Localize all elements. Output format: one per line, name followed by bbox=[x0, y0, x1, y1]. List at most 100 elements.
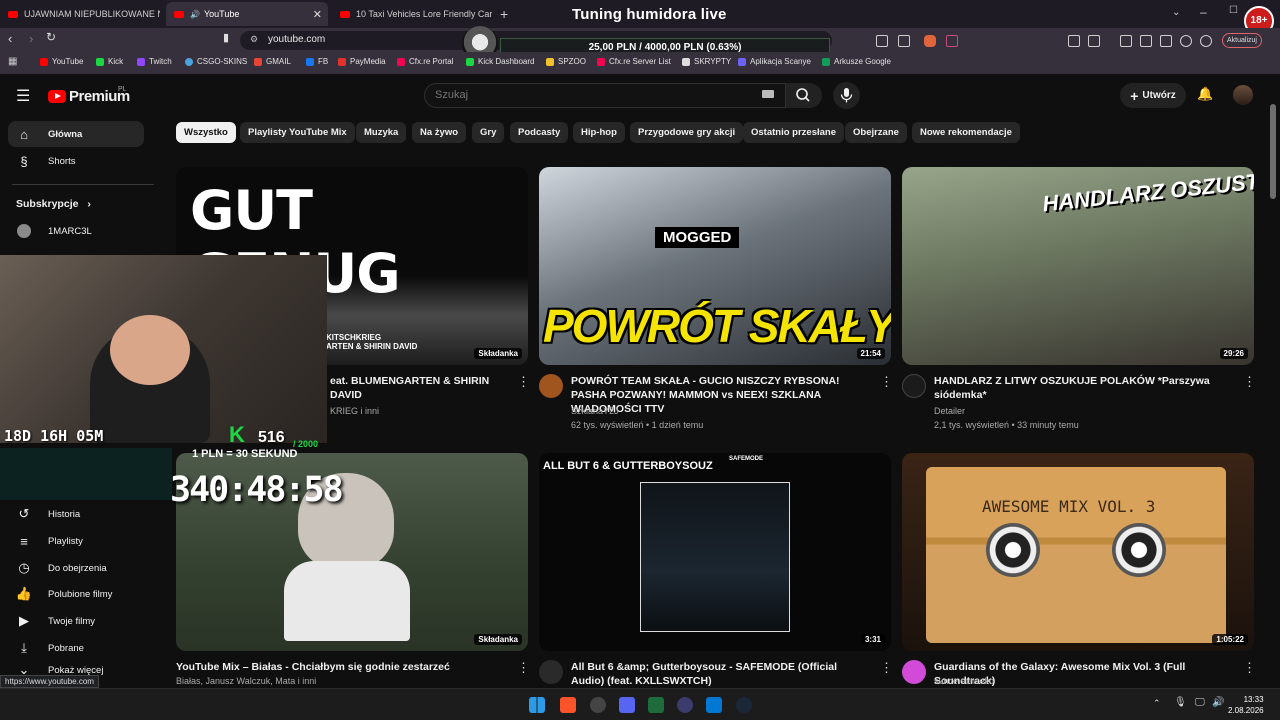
sidebar-item-history[interactable]: ↺ Historia bbox=[8, 501, 144, 527]
bookmark-cfx-server-list[interactable]: Cfx.re Server List bbox=[597, 57, 671, 66]
chip-hiphop[interactable]: Hip-hop bbox=[573, 122, 625, 143]
bookmark-cfx-portal[interactable]: Cfx.re Portal bbox=[397, 57, 453, 66]
obs-icon[interactable] bbox=[590, 697, 606, 713]
sidebar-subscriptions-header[interactable]: Subskrypcje › bbox=[16, 198, 91, 210]
bookmark-icon[interactable]: ▮ bbox=[223, 31, 229, 44]
downloads-icon[interactable] bbox=[1160, 35, 1172, 47]
video-title[interactable]: All But 6 &amp; Gutterboysouz - SAFEMODE… bbox=[571, 660, 871, 688]
more-options-icon[interactable]: ⋮ bbox=[880, 660, 893, 676]
chip-recently-uploaded[interactable]: Ostatnio przesłane bbox=[743, 122, 844, 143]
channel-avatar[interactable] bbox=[539, 374, 563, 398]
chip-youtube-mix[interactable]: Playlisty YouTube Mix bbox=[240, 122, 355, 143]
bookmark-fb[interactable]: FB bbox=[306, 57, 328, 66]
chevron-up-icon[interactable]: ⌃ bbox=[1153, 698, 1161, 709]
browser-tab-youtube[interactable]: 🔊 YouTube ✕ bbox=[166, 2, 328, 26]
video-thumbnail[interactable]: MOGGED POWRÓT SKAŁY 21:54 bbox=[539, 167, 891, 365]
app-icon[interactable] bbox=[677, 697, 693, 713]
maximize-icon[interactable]: ☐ bbox=[1229, 5, 1238, 16]
extensions-icon[interactable] bbox=[1068, 35, 1080, 47]
channel-avatar[interactable] bbox=[539, 660, 563, 684]
forward-icon[interactable]: › bbox=[29, 31, 33, 46]
cast-icon[interactable] bbox=[876, 35, 888, 47]
account-avatar[interactable] bbox=[1233, 85, 1253, 105]
video-channel[interactable]: Detailer bbox=[934, 404, 965, 418]
chip-music[interactable]: Muzyka bbox=[356, 122, 407, 143]
channel-avatar[interactable] bbox=[902, 374, 926, 398]
share-icon[interactable] bbox=[898, 35, 910, 47]
brave-shield-icon[interactable] bbox=[924, 35, 936, 47]
video-title[interactable]: HANDLARZ Z LITWY OSZUKUJE POLAKÓW *Parsz… bbox=[934, 374, 1234, 402]
back-icon[interactable]: ‹ bbox=[8, 31, 12, 46]
site-info-icon[interactable]: ⚙ bbox=[250, 34, 258, 45]
rewards-icon[interactable] bbox=[946, 35, 958, 47]
sidebar-icon[interactable] bbox=[1140, 35, 1152, 47]
vpn-icon[interactable] bbox=[1200, 35, 1212, 47]
bookmark-kick[interactable]: Kick bbox=[96, 57, 123, 66]
close-tab-icon[interactable]: ✕ bbox=[313, 8, 322, 21]
bookmark-paymedia[interactable]: PayMedia bbox=[338, 57, 386, 66]
more-options-icon[interactable]: ⋮ bbox=[880, 374, 893, 390]
volume-icon[interactable]: 🔊 bbox=[1212, 697, 1224, 708]
keyboard-icon[interactable] bbox=[762, 90, 774, 98]
chip-all[interactable]: Wszystko bbox=[176, 122, 236, 143]
ai-icon[interactable] bbox=[1180, 35, 1192, 47]
bookmark-csgo-skins[interactable]: CSGO-SKINS bbox=[185, 57, 247, 66]
bookmark-google-sheets[interactable]: Arkusze Google bbox=[822, 57, 891, 66]
bookmark-spzoo[interactable]: SPZOO bbox=[546, 57, 586, 66]
notifications-bell-icon[interactable]: 🔔 bbox=[1197, 86, 1213, 102]
excel-icon[interactable] bbox=[648, 697, 664, 713]
update-button[interactable]: Aktualizuj bbox=[1222, 33, 1262, 48]
sidebar-item-watch-later[interactable]: ◷ Do obejrzenia bbox=[8, 555, 144, 581]
voice-search-button[interactable] bbox=[833, 82, 860, 109]
video-channel[interactable]: Białas, Janusz Walczuk, Mata i inni bbox=[176, 674, 316, 688]
sidebar-item-your-videos[interactable]: ▶ Twoje filmy bbox=[8, 608, 144, 634]
sidebar-item-shorts[interactable]: § Shorts bbox=[8, 148, 144, 174]
more-options-icon[interactable]: ⋮ bbox=[517, 660, 530, 676]
sidebar-item-downloads[interactable]: ⤓ Pobrane bbox=[8, 635, 144, 661]
video-title[interactable]: eat. BLUMENGARTEN & SHIRIN DAVID bbox=[330, 374, 510, 402]
reload-icon[interactable]: ↻ bbox=[46, 30, 56, 44]
create-button[interactable]: + Utwórz bbox=[1120, 83, 1186, 108]
chip-games[interactable]: Gry bbox=[472, 122, 505, 143]
video-thumbnail[interactable]: HANDLARZ OSZUST 29:26 bbox=[902, 167, 1254, 365]
video-title[interactable]: YouTube Mix – Białas - Chciałbym się god… bbox=[176, 660, 506, 674]
chip-action-adventure[interactable]: Przygodowe gry akcji bbox=[630, 122, 744, 143]
hamburger-menu-icon[interactable]: ☰ bbox=[16, 86, 30, 106]
chip-watched[interactable]: Obejrzane bbox=[845, 122, 907, 143]
bookmark-youtube[interactable]: YouTube bbox=[40, 57, 83, 66]
more-options-icon[interactable]: ⋮ bbox=[1243, 374, 1256, 390]
minimize-icon[interactable]: – bbox=[1200, 5, 1207, 19]
vscode-icon[interactable] bbox=[706, 697, 722, 713]
chip-new-recommendations[interactable]: Nowe rekomendacje bbox=[912, 122, 1020, 143]
bookmark-scanye[interactable]: Aplikacja Scanye bbox=[738, 57, 811, 66]
bookmark-skrypty[interactable]: SKRYPTY bbox=[682, 57, 731, 66]
sidebar-item-home[interactable]: ⌂ Główna bbox=[8, 121, 144, 147]
bookmark-twitch[interactable]: Twitch bbox=[137, 57, 172, 66]
microphone-icon[interactable]: 🎙 bbox=[1174, 697, 1187, 708]
sidebar-item-subscription-channel[interactable]: 1MARC3L bbox=[8, 218, 144, 244]
more-options-icon[interactable]: ⋮ bbox=[1243, 660, 1256, 676]
search-input[interactable] bbox=[435, 89, 735, 101]
chevron-down-icon[interactable]: ⌄ bbox=[1172, 7, 1180, 18]
video-channel[interactable]: KRIEG i inni bbox=[330, 404, 379, 418]
bookmark-gmail[interactable]: GMAIL bbox=[254, 57, 291, 66]
bookmark-kick-dashboard[interactable]: Kick Dashboard bbox=[466, 57, 534, 66]
page-scrollbar[interactable] bbox=[1270, 104, 1276, 199]
discord-icon[interactable] bbox=[619, 697, 635, 713]
music-icon[interactable] bbox=[1120, 35, 1132, 47]
browser-tab-3[interactable]: 10 Taxi Vehicles Lore Friendly Cars GT bbox=[332, 2, 492, 26]
sidebar-item-playlists[interactable]: ≡ Playlisty bbox=[8, 528, 144, 554]
channel-avatar[interactable] bbox=[902, 660, 926, 684]
search-button[interactable] bbox=[786, 83, 822, 108]
browser-tab-1[interactable]: UJAWNIAM NIEPUBLIKOWANE NAGR bbox=[0, 2, 160, 26]
apps-grid-icon[interactable]: ▦ bbox=[8, 56, 17, 67]
chip-live[interactable]: Na żywo bbox=[412, 122, 467, 143]
wallet-icon[interactable] bbox=[1088, 35, 1100, 47]
network-icon[interactable]: 🖵 bbox=[1195, 697, 1205, 708]
sidebar-item-liked-videos[interactable]: 👍 Polubione filmy bbox=[8, 581, 144, 607]
chip-podcasts[interactable]: Podcasty bbox=[510, 122, 569, 143]
steam-icon[interactable] bbox=[736, 697, 752, 713]
video-channel[interactable]: SzklanaY2J bbox=[571, 404, 619, 418]
more-options-icon[interactable]: ⋮ bbox=[517, 374, 530, 390]
video-channel[interactable]: sunce sunceko bbox=[934, 674, 994, 688]
